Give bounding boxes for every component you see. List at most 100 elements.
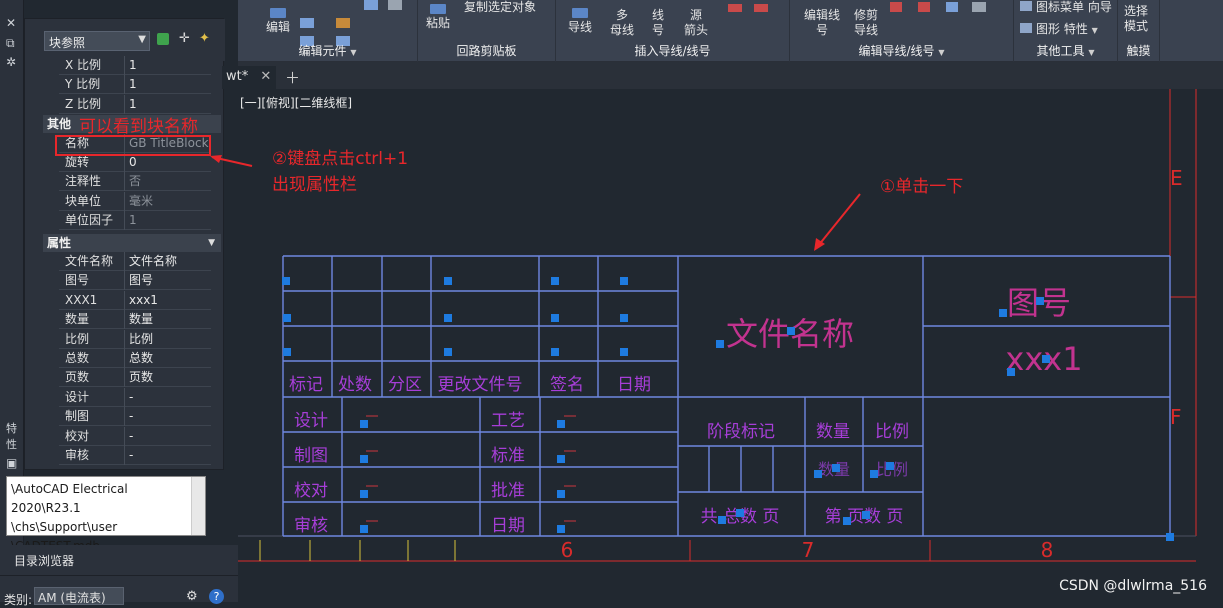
copy-selected-button[interactable]: 复制选定对象 — [464, 0, 536, 15]
move-icon[interactable] — [364, 0, 378, 10]
property-row[interactable]: 设计 - — [59, 387, 211, 407]
viewport-controls[interactable]: [一][俯视][二维线框] — [240, 94, 352, 111]
ribbon-group-label: 编辑元件 ▼ — [298, 44, 357, 58]
vertical-scrollbar[interactable] — [191, 477, 205, 535]
property-row[interactable]: 文件名称 文件名称 — [59, 252, 211, 271]
delete-icon[interactable] — [388, 0, 402, 10]
property-key: 单位因子 — [65, 213, 114, 228]
grip-handle — [360, 420, 368, 428]
titleblock-header-label: 处数 — [338, 375, 372, 395]
edit-icon — [270, 8, 286, 18]
trim-wire-button[interactable]: 修剪 导线 — [854, 8, 878, 38]
grip-handle — [551, 348, 559, 356]
database-path-box[interactable]: \AutoCAD Electrical 2020\R23.1 \chs\Supp… — [6, 476, 206, 553]
property-row[interactable]: X 比例 1 — [59, 56, 211, 75]
edit-button[interactable]: 编辑 — [266, 8, 290, 35]
grip-handle — [1042, 355, 1050, 363]
property-row[interactable]: 制图 - — [59, 407, 211, 427]
property-key: 设计 — [65, 389, 90, 404]
property-value: GB TitleBlock — [129, 135, 209, 150]
insert-component-icon[interactable] — [300, 18, 314, 28]
category-label: 类别: — [4, 593, 33, 607]
object-type-select[interactable]: 块参照 ▼ — [44, 31, 150, 51]
column-divider — [124, 368, 125, 388]
property-value: 1 — [129, 77, 137, 92]
edit-wire-number-button[interactable]: 编辑线 号 — [804, 8, 840, 38]
property-category-header[interactable]: 属性 ▼ — [43, 233, 221, 252]
auto-hide-icon[interactable]: ⧉ — [6, 36, 15, 51]
property-category-header[interactable]: 其他 — [43, 115, 221, 134]
grip-handle — [620, 348, 628, 356]
icon-menu-wizard-button[interactable]: 图标菜单 向导 — [1020, 0, 1112, 15]
shape-properties-label: 图形 特性 — [1036, 22, 1088, 36]
column-divider — [124, 349, 125, 368]
property-row[interactable]: 校对 - — [59, 426, 211, 446]
property-row[interactable]: 旋转 0 — [59, 153, 211, 172]
object-type-value: 块参照 — [49, 36, 86, 50]
grip-handle — [551, 277, 559, 285]
titleblock-header-label: 分区 — [388, 375, 422, 395]
file-tab-label: wt* — [226, 69, 249, 84]
wire-tool-icon[interactable] — [918, 2, 930, 12]
property-key: 审核 — [65, 448, 90, 462]
grip-handle — [444, 348, 452, 356]
property-row[interactable]: 单位因子 1 — [59, 211, 211, 231]
property-row[interactable]: Y 比例 1 — [59, 75, 211, 95]
wire-tool-icon[interactable] — [890, 2, 902, 12]
wire-tool-icon[interactable] — [946, 2, 958, 12]
property-row[interactable]: 数量 数量 — [59, 310, 211, 330]
grip-handle — [557, 490, 565, 498]
property-row[interactable]: 比例 比例 — [59, 329, 211, 349]
multi-bus-button[interactable]: 多 母线 — [610, 8, 634, 38]
select-objects-icon[interactable]: ✛ — [179, 31, 190, 46]
property-value: 否 — [129, 174, 142, 189]
shape-properties-button[interactable]: 图形 特性 ▼ — [1020, 22, 1098, 38]
property-row[interactable]: 注释性 否 — [59, 172, 211, 192]
select-mode-button[interactable]: 选择 模式 — [1124, 4, 1148, 34]
wire-icon — [572, 8, 588, 18]
panel-tab-icon[interactable]: ▣ — [6, 456, 17, 470]
path-line: \chs\Support\user — [11, 520, 118, 534]
edit-label: 编辑 — [266, 20, 291, 34]
column-divider — [124, 310, 125, 330]
frame-row-letter: F — [1170, 405, 1182, 429]
property-value: - — [129, 428, 134, 443]
close-icon[interactable]: ✕ — [6, 16, 16, 30]
drawing-canvas[interactable]: [一][俯视][二维线框] E F 6 7 8 标记 处数 分区 更改文件号 签名 日期 设计 制图 校对… — [238, 89, 1223, 602]
property-row[interactable]: 名称 GB TitleBlock — [59, 133, 211, 153]
property-value: - — [129, 448, 134, 462]
file-tab-bar: wt* ✕ ＋ — [222, 62, 1223, 89]
ribbon-group-insert-wires: 导线 多 母线 线 号 源 箭头 插入导线/线号 — [556, 0, 790, 62]
property-row[interactable]: 块单位 毫米 — [59, 191, 211, 211]
property-key: 数量 — [65, 312, 90, 327]
grip-handle — [1007, 368, 1015, 376]
grip-handle — [862, 511, 870, 519]
category-select[interactable]: AM (电流表) — [34, 587, 124, 605]
wire-number-button[interactable]: 线 号 — [652, 8, 664, 38]
file-tab[interactable]: wt* ✕ — [222, 66, 276, 89]
new-tab-icon[interactable]: ＋ — [285, 67, 300, 88]
property-row[interactable]: 审核 - — [59, 446, 211, 465]
paste-button[interactable]: 粘贴 — [426, 4, 450, 31]
property-row[interactable]: 总数 总数 — [59, 349, 211, 368]
quick-select-icon[interactable] — [157, 33, 169, 45]
source-arrow-button[interactable]: 源 箭头 — [684, 8, 708, 38]
property-row[interactable]: 页数 页数 — [59, 368, 211, 388]
cross-reference-icon[interactable] — [728, 4, 742, 12]
wire-button[interactable]: 导线 — [568, 8, 592, 35]
grip-handle — [832, 464, 840, 472]
property-row[interactable]: 图号 图号 — [59, 271, 211, 291]
property-key: 总数 — [65, 351, 90, 365]
close-icon[interactable]: ✕ — [260, 69, 271, 84]
signal-arrow-icon[interactable] — [754, 4, 768, 12]
titleblock-mid-label: 工艺 — [491, 411, 525, 431]
grip-handle — [620, 314, 628, 322]
properties-tab-label[interactable]: 特性 — [6, 420, 23, 452]
property-row[interactable]: Z 比例 1 — [59, 94, 211, 114]
property-row[interactable]: XXX1 xxx1 — [59, 290, 211, 310]
scoot-icon[interactable] — [336, 18, 350, 28]
pickadd-toggle-icon[interactable]: ✦ — [199, 31, 210, 46]
titleblock-left-label: 设计 — [294, 411, 328, 431]
gear-icon[interactable]: ✲ — [6, 55, 16, 69]
wire-tool-icon[interactable] — [972, 2, 986, 12]
